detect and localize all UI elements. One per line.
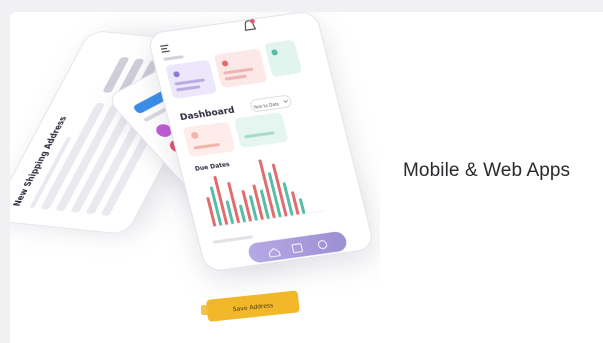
stat-tile-red[interactable] bbox=[183, 122, 236, 158]
feature-headline: Mobile & Web Apps bbox=[403, 160, 571, 181]
task-card-red[interactable] bbox=[214, 49, 268, 89]
phones-illustration: New Shipping Address Save Address Dashbo… bbox=[10, 12, 372, 322]
phone-front: Dashboard Year to Date Due Dates bbox=[149, 12, 372, 271]
feature-card: New Shipping Address Save Address Dashbo… bbox=[10, 12, 603, 343]
task-card-purple[interactable] bbox=[165, 60, 217, 99]
save-address-button[interactable]: Save Address bbox=[206, 290, 300, 322]
